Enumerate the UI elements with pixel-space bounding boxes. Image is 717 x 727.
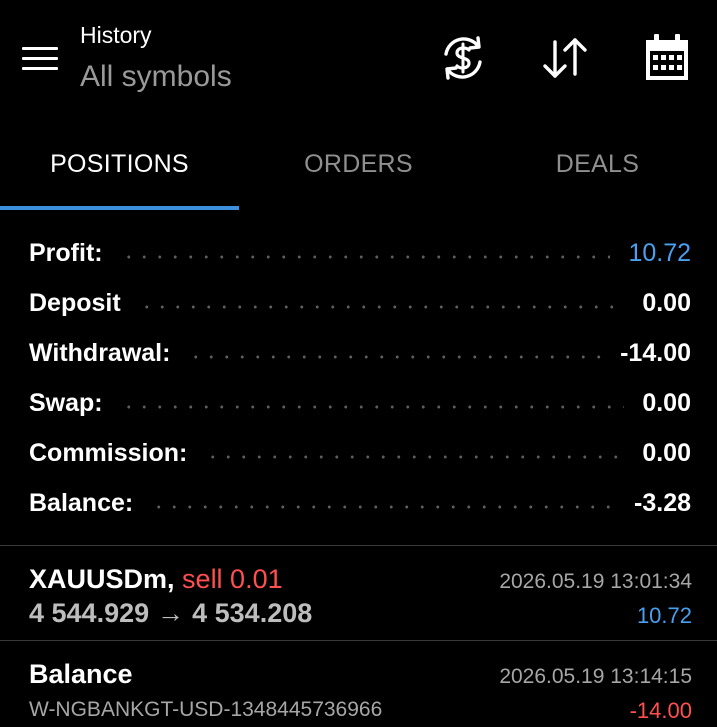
leader-dots	[151, 505, 617, 509]
leader-dots	[138, 305, 625, 309]
summary-label: Deposit	[29, 288, 121, 317]
tab-positions[interactable]: POSITIONS	[0, 118, 239, 210]
position-title: XAUUSDm, sell 0.01	[29, 564, 283, 595]
position-row[interactable]: XAUUSDm, sell 0.01 4 544.929 → 4 534.208 2…	[0, 546, 717, 642]
summary-value-swap: 0.00	[642, 388, 691, 417]
app-header: History All symbols	[0, 0, 717, 118]
summary-panel: Profit: 10.72 Deposit 0.00 Withdrawal: -…	[0, 228, 717, 528]
summary-label: Profit:	[29, 238, 103, 267]
summary-row-swap: Swap: 0.00	[0, 378, 717, 428]
summary-label: Commission:	[29, 438, 188, 467]
leader-dots	[205, 455, 625, 459]
operation-amount: -14.00	[629, 698, 692, 723]
tab-deals[interactable]: DEALS	[478, 118, 717, 210]
summary-row-profit: Profit: 10.72	[0, 228, 717, 278]
summary-row-deposit: Deposit 0.00	[0, 278, 717, 328]
position-time: 2026.05.19 13:01:34	[499, 570, 692, 593]
summary-label: Withdrawal:	[29, 338, 171, 367]
operation-label: Balance	[29, 659, 133, 689]
open-price: 4 544.929	[29, 598, 150, 628]
summary-row-balance: Balance: -3.28	[0, 478, 717, 528]
calendar-icon[interactable]	[642, 32, 692, 84]
leader-dots	[120, 405, 625, 409]
summary-label: Balance:	[29, 488, 134, 517]
page-title: History	[80, 22, 152, 48]
summary-value-balance: -3.28	[634, 488, 691, 517]
summary-value-commission: 0.00	[642, 438, 691, 467]
position-prices: 4 544.929 → 4 534.208	[29, 598, 312, 629]
leader-dots	[120, 255, 611, 259]
sort-icon[interactable]	[540, 32, 590, 84]
summary-value-withdrawal: -14.00	[620, 338, 691, 367]
position-side: sell 0.01	[182, 564, 283, 594]
summary-value-deposit: 0.00	[642, 288, 691, 317]
summary-value-profit: 10.72	[628, 238, 691, 267]
arrow-right-icon: →	[157, 598, 185, 628]
position-profit: 10.72	[636, 603, 692, 628]
balance-operation-row[interactable]: Balance W-NGBANKGT-USD-1348445736966 202…	[0, 641, 717, 727]
currency-exchange-icon[interactable]	[438, 32, 488, 84]
operation-title: Balance	[29, 659, 133, 690]
history-tabs: POSITIONS ORDERS DEALS	[0, 118, 717, 210]
menu-icon[interactable]	[22, 44, 58, 72]
summary-label: Swap:	[29, 388, 103, 417]
close-price: 4 534.208	[192, 598, 313, 628]
position-symbol: XAUUSDm,	[29, 564, 175, 594]
tab-orders[interactable]: ORDERS	[239, 118, 478, 210]
summary-row-withdrawal: Withdrawal: -14.00	[0, 328, 717, 378]
symbol-filter[interactable]: All symbols	[80, 60, 232, 94]
operation-time: 2026.05.19 13:14:15	[499, 665, 692, 688]
summary-row-commission: Commission: 0.00	[0, 428, 717, 478]
leader-dots	[188, 355, 603, 359]
operation-comment: W-NGBANKGT-USD-1348445736966	[29, 698, 383, 721]
